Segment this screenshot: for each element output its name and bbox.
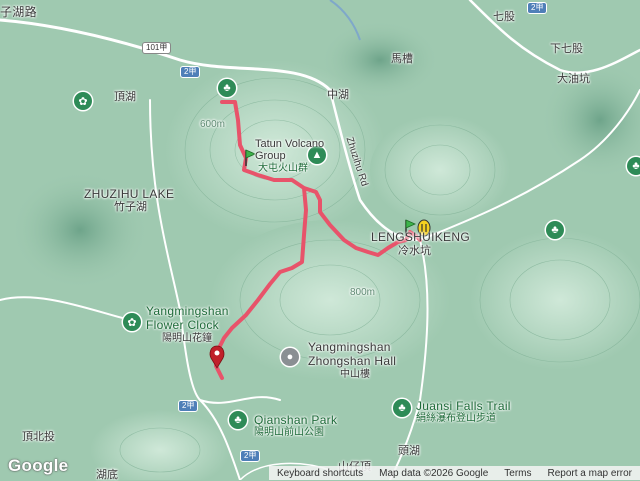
landmark-icon[interactable]: ● bbox=[281, 348, 299, 366]
label-elev-600: 600m bbox=[200, 119, 226, 130]
label-dinghu: 頂湖 bbox=[114, 91, 136, 103]
highway-101-shield: 101甲 bbox=[142, 42, 172, 54]
trail-icon-east[interactable]: ♣ bbox=[627, 157, 640, 175]
label-qianshan-en: Qianshan Park bbox=[254, 413, 338, 427]
label-zhonghu: 中湖 bbox=[327, 89, 349, 101]
label-elev-800: 800m bbox=[350, 287, 376, 298]
hiking-icon[interactable]: ♣ bbox=[393, 399, 411, 417]
terms-link[interactable]: Terms bbox=[496, 468, 539, 479]
label-qigu: 七股 bbox=[493, 11, 515, 23]
label-lengshuikeng-en: LENGSHUIKENG bbox=[371, 230, 470, 244]
label-juansi-zh: 絹絲瀑布登山步道 bbox=[416, 413, 496, 424]
label-zihu-road: 子湖路 bbox=[0, 5, 37, 19]
label-flower-clock-en: Yangmingshan Flower Clock bbox=[146, 304, 229, 332]
flower-icon[interactable]: ✿ bbox=[74, 92, 92, 110]
label-dayoukeng: 大油坑 bbox=[557, 73, 590, 85]
highway-2-shield-ne: 2甲 bbox=[527, 2, 548, 14]
label-mazao: 馬槽 bbox=[391, 53, 413, 65]
label-hudi: 湖底 bbox=[96, 469, 118, 481]
label-tatun-zh: 大屯火山群 bbox=[258, 163, 308, 174]
highway-2-shield: 2甲 bbox=[180, 66, 201, 78]
label-xiaqigu: 下七股 bbox=[550, 43, 583, 55]
label-zhongshan-en: Yangmingshan Zhongshan Hall bbox=[308, 340, 397, 368]
label-qianshan-zh: 陽明山前山公園 bbox=[254, 427, 324, 438]
map-footer: Keyboard shortcuts Map data ©2026 Google… bbox=[268, 466, 640, 480]
trail-icon[interactable]: ♣ bbox=[546, 221, 564, 239]
park-icon[interactable]: ♣ bbox=[229, 411, 247, 429]
keyboard-shortcuts-link[interactable]: Keyboard shortcuts bbox=[269, 468, 371, 479]
trailhead-icon[interactable]: ♣ bbox=[218, 79, 236, 97]
label-flower-clock-zh: 陽明山花鐘 bbox=[162, 333, 212, 344]
label-juansi-en: Juansi Falls Trail bbox=[416, 399, 511, 413]
google-logo: Google bbox=[8, 456, 69, 475]
label-dingbeitou: 頂北投 bbox=[22, 431, 55, 443]
label-touhu: 頭湖 bbox=[398, 445, 420, 457]
label-tatun-en: Tatun Volcano Group bbox=[255, 138, 325, 162]
map-data-attribution: Map data ©2026 Google bbox=[379, 467, 489, 479]
map-canvas[interactable] bbox=[0, 0, 640, 480]
highway-2-shield-s: 2甲 bbox=[240, 450, 261, 462]
label-zhuzihu-en: ZHUZIHU LAKE bbox=[84, 187, 175, 201]
label-zhongshan-zh: 中山樓 bbox=[340, 369, 370, 380]
flower-clock-icon[interactable]: ✿ bbox=[123, 313, 141, 331]
label-zhuzihu-zh: 竹子湖 bbox=[114, 201, 147, 213]
report-error-link[interactable]: Report a map error bbox=[540, 468, 640, 479]
label-lengshuikeng-zh: 冷水坑 bbox=[398, 245, 431, 257]
highway-2-shield-sw: 2甲 bbox=[178, 400, 199, 412]
